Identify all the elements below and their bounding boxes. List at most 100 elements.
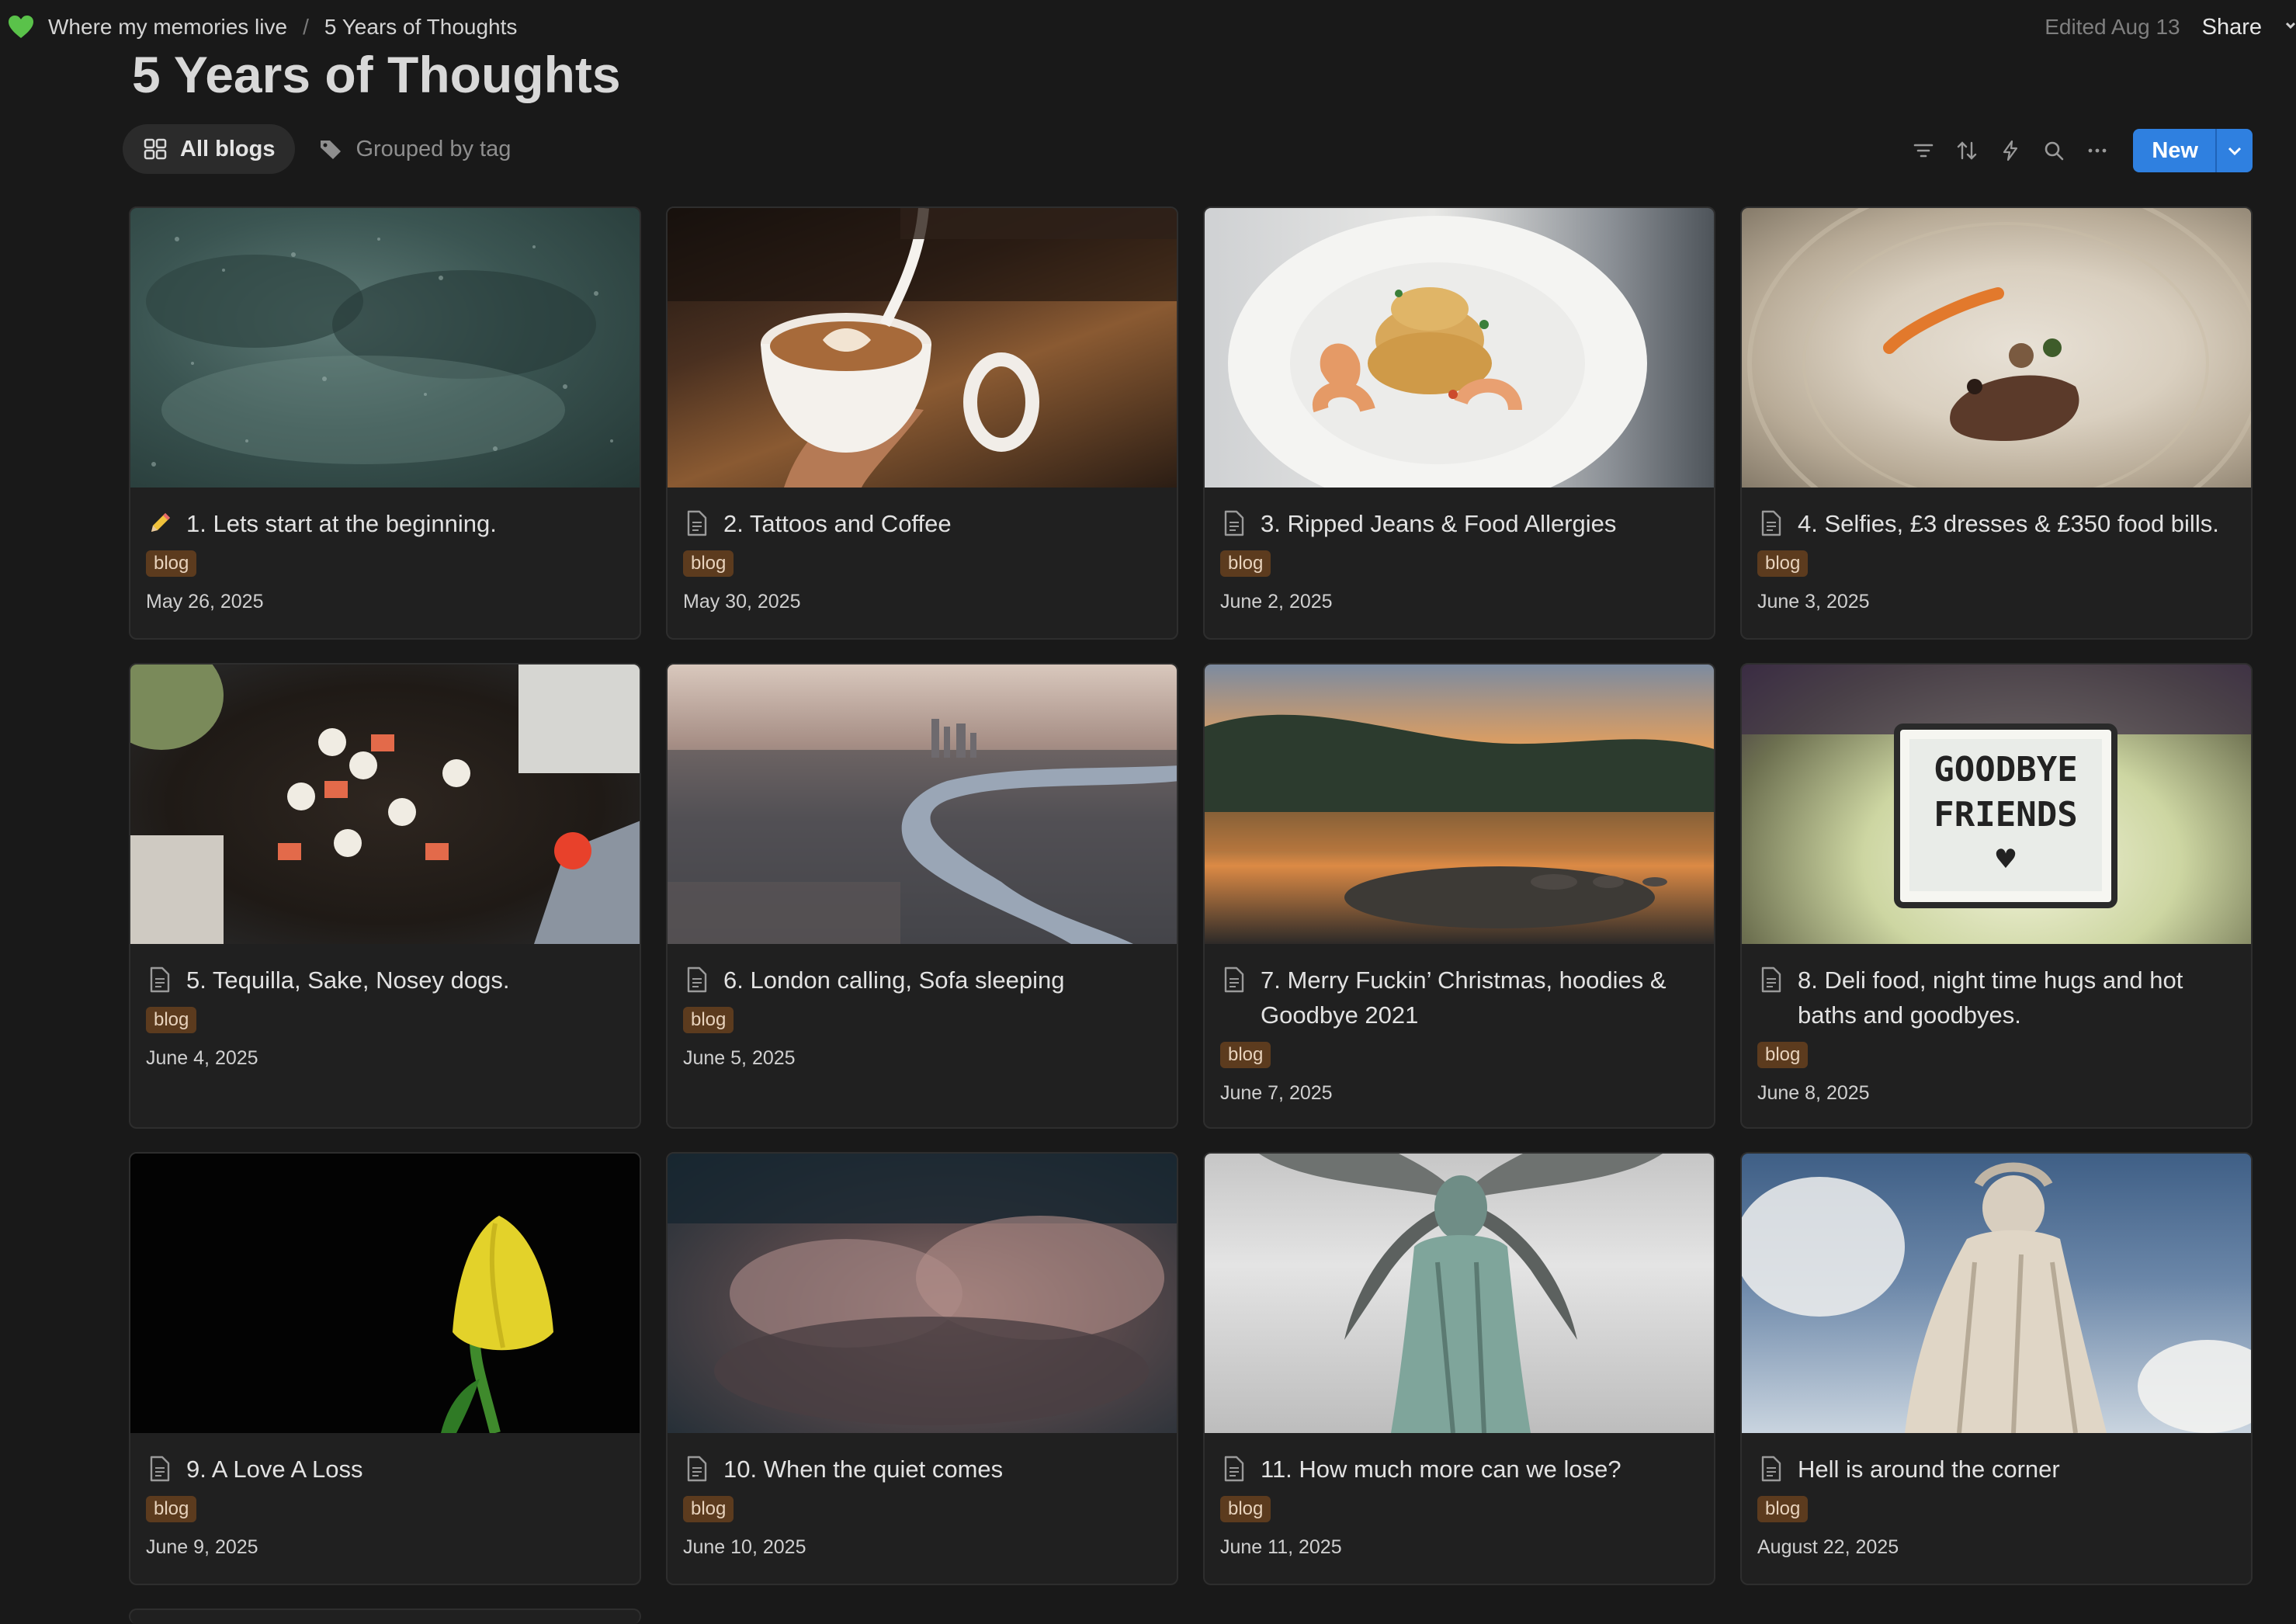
tag-badge: blog bbox=[146, 1496, 197, 1522]
gallery-card[interactable]: 1. Lets start at the beginning. blog May… bbox=[129, 206, 641, 640]
card-title: 5. Tequilla, Sake, Nosey dogs. bbox=[186, 966, 510, 994]
new-button-group: New bbox=[2133, 129, 2253, 172]
search-icon[interactable] bbox=[2032, 129, 2076, 172]
card-cover-image bbox=[130, 665, 640, 944]
card-title: 11. How much more can we lose? bbox=[1261, 1456, 1621, 1483]
card-cover-image bbox=[668, 665, 1177, 944]
card-cover-image bbox=[1205, 208, 1714, 488]
breadcrumb-parent[interactable]: Where my memories live bbox=[48, 15, 287, 40]
tab-label: All blogs bbox=[180, 136, 276, 161]
page-icon bbox=[1220, 1453, 1248, 1484]
tag-badge: blog bbox=[1757, 1496, 1809, 1522]
tag-badge: blog bbox=[683, 1496, 734, 1522]
gallery-card[interactable]: 11. How much more can we lose? blog June… bbox=[1203, 1152, 1715, 1585]
tab-grouped-by-tag[interactable]: Grouped by tag bbox=[298, 124, 531, 174]
page-icon bbox=[683, 964, 711, 995]
database-toolbar: New bbox=[1902, 129, 2253, 172]
tab-all-blogs[interactable]: All blogs bbox=[123, 124, 296, 174]
gallery-card[interactable]: 6. London calling, Sofa sleeping blog Ju… bbox=[666, 663, 1178, 1129]
page-icon bbox=[146, 964, 174, 995]
gallery-card[interactable]: 4. Selfies, £3 dresses & £350 food bills… bbox=[1740, 206, 2253, 640]
pencil-icon bbox=[146, 508, 174, 539]
card-title: 4. Selfies, £3 dresses & £350 food bills… bbox=[1798, 510, 2219, 537]
card-date: June 8, 2025 bbox=[1757, 1082, 1870, 1104]
breadcrumb-current[interactable]: 5 Years of Thoughts bbox=[324, 15, 518, 40]
sort-icon[interactable] bbox=[1945, 129, 1989, 172]
edited-timestamp: Edited Aug 13 bbox=[2045, 15, 2180, 39]
page-icon bbox=[1220, 964, 1248, 995]
automation-bolt-icon[interactable] bbox=[1989, 129, 2032, 172]
new-button[interactable]: New bbox=[2133, 129, 2215, 172]
card-title: 8. Deli food, night time hugs and hot ba… bbox=[1798, 966, 2183, 1029]
card-date: August 22, 2025 bbox=[1757, 1536, 1899, 1558]
card-date: June 2, 2025 bbox=[1220, 591, 1333, 612]
page-icon bbox=[1757, 964, 1785, 995]
gallery-card-partial[interactable] bbox=[129, 1608, 641, 1624]
new-dropdown-chevron-icon[interactable] bbox=[2215, 129, 2253, 172]
card-date: June 10, 2025 bbox=[683, 1536, 806, 1558]
page-title: 5 Years of Thoughts bbox=[132, 46, 621, 103]
card-title: Hell is around the corner bbox=[1798, 1456, 2060, 1483]
card-date: June 5, 2025 bbox=[683, 1047, 796, 1069]
card-date: May 30, 2025 bbox=[683, 591, 801, 612]
card-title: 6. London calling, Sofa sleeping bbox=[723, 966, 1065, 994]
gallery-card[interactable]: 10. When the quiet comes blog June 10, 2… bbox=[666, 1152, 1178, 1585]
lightbox-line1: GOODBYE bbox=[1934, 750, 2077, 789]
tag-badge: blog bbox=[1220, 550, 1271, 577]
gallery-grid-icon bbox=[144, 138, 167, 160]
card-cover-image bbox=[1205, 665, 1714, 944]
card-date: June 3, 2025 bbox=[1757, 591, 1870, 612]
card-cover-image bbox=[1742, 208, 2251, 488]
tag-badge: blog bbox=[683, 550, 734, 577]
tag-badge: blog bbox=[1757, 550, 1809, 577]
card-title: 9. A Love A Loss bbox=[186, 1456, 363, 1483]
page-icon bbox=[683, 1453, 711, 1484]
gallery-card[interactable]: 7. Merry Fuckin’ Christmas, hoodies & Go… bbox=[1203, 663, 1715, 1129]
card-cover-image bbox=[668, 208, 1177, 488]
page-icon bbox=[683, 508, 711, 539]
tag-badge: blog bbox=[1757, 1042, 1809, 1068]
lightbox-line2: FRIENDS bbox=[1934, 795, 2077, 835]
card-date: June 9, 2025 bbox=[146, 1536, 258, 1558]
card-title: 3. Ripped Jeans & Food Allergies bbox=[1261, 510, 1617, 537]
card-date: June 4, 2025 bbox=[146, 1047, 258, 1069]
tag-badge: blog bbox=[683, 1007, 734, 1033]
tag-badge: blog bbox=[1220, 1496, 1271, 1522]
card-date: June 7, 2025 bbox=[1220, 1082, 1333, 1104]
tag-icon bbox=[321, 141, 342, 159]
card-title: 2. Tattoos and Coffee bbox=[723, 510, 952, 537]
card-cover-image bbox=[1742, 1154, 2251, 1433]
card-title: 10. When the quiet comes bbox=[723, 1456, 1004, 1483]
gallery-card[interactable]: 2. Tattoos and Coffee blog May 30, 2025 bbox=[666, 206, 1178, 640]
green-heart-icon bbox=[6, 12, 36, 42]
breadcrumb-separator: / bbox=[303, 15, 309, 39]
gallery-card[interactable]: 9. A Love A Loss blog June 9, 2025 bbox=[129, 1152, 641, 1585]
page-icon bbox=[1220, 508, 1248, 539]
gallery-card[interactable]: 3. Ripped Jeans & Food Allergies blog Ju… bbox=[1203, 206, 1715, 640]
card-cover-image bbox=[1205, 1154, 1714, 1433]
card-cover-image bbox=[668, 1154, 1177, 1433]
card-cover-image: GOODBYE FRIENDS ♥ bbox=[1742, 665, 2251, 944]
card-date: June 11, 2025 bbox=[1220, 1536, 1342, 1558]
gallery-card[interactable]: 5. Tequilla, Sake, Nosey dogs. blog June… bbox=[129, 663, 641, 1129]
card-title: 1. Lets start at the beginning. bbox=[186, 510, 497, 537]
card-title: 7. Merry Fuckin’ Christmas, hoodies & Go… bbox=[1261, 966, 1667, 1029]
filter-icon[interactable] bbox=[1902, 129, 1945, 172]
page-icon bbox=[146, 1453, 174, 1484]
more-icon[interactable] bbox=[2076, 129, 2119, 172]
card-date: May 26, 2025 bbox=[146, 591, 264, 612]
view-tabs: All blogs Grouped by tag bbox=[123, 124, 534, 174]
gallery-card[interactable]: Hell is around the corner blog August 22… bbox=[1740, 1152, 2253, 1585]
card-cover-image bbox=[130, 208, 640, 488]
tag-badge: blog bbox=[1220, 1042, 1271, 1068]
card-cover-image bbox=[130, 1154, 640, 1433]
page-icon bbox=[1757, 1453, 1785, 1484]
page-icon bbox=[1757, 508, 1785, 539]
overflow-chevron-icon[interactable] bbox=[2285, 16, 2296, 39]
tab-label: Grouped by tag bbox=[355, 136, 512, 161]
lightbox-heart: ♥ bbox=[1994, 844, 2017, 875]
gallery-card[interactable]: GOODBYE FRIENDS ♥ 8. Deli food, night ti… bbox=[1740, 663, 2253, 1129]
tag-badge: blog bbox=[146, 550, 197, 577]
tag-badge: blog bbox=[146, 1007, 197, 1033]
share-button[interactable]: Share bbox=[2202, 15, 2262, 40]
